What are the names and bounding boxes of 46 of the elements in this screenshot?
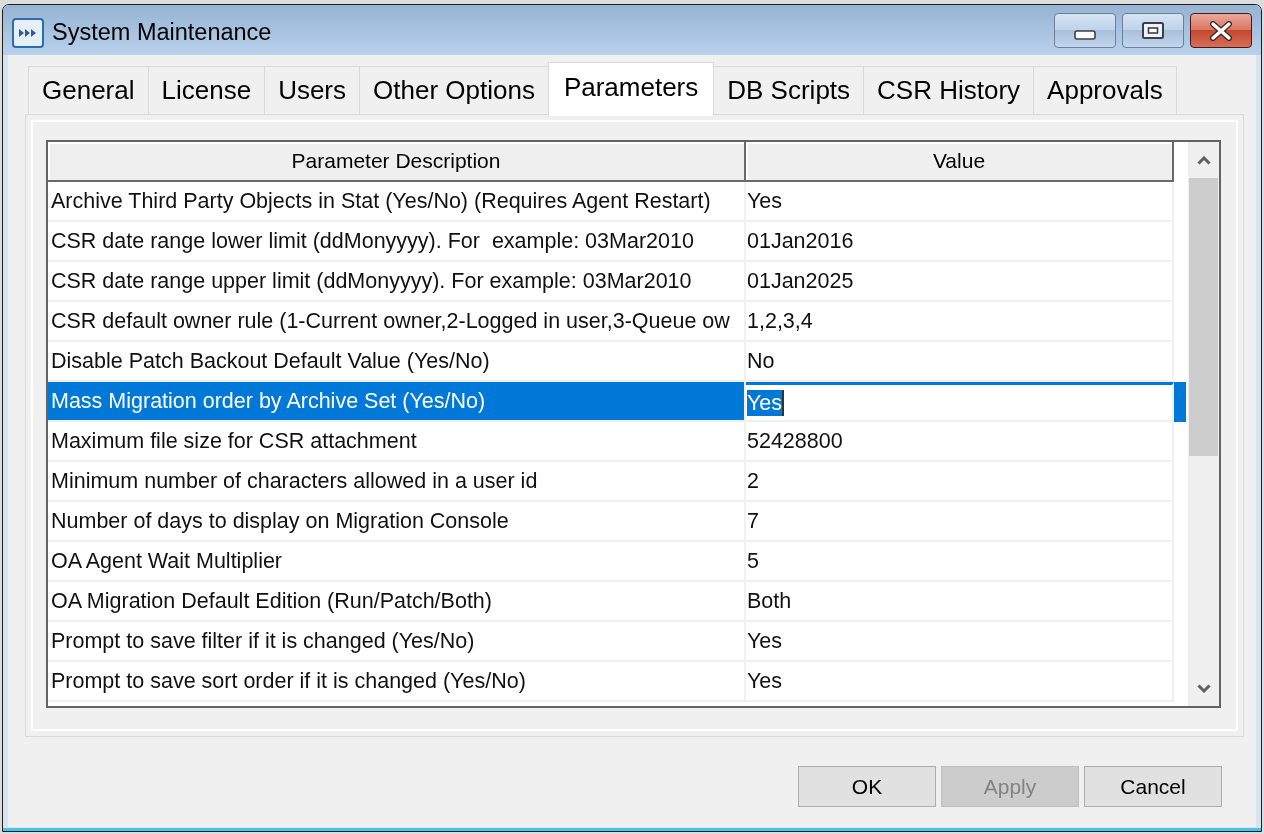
column-header[interactable]: Parameter Description — [48, 142, 746, 182]
table-cell: 01Jan2016 — [746, 222, 1174, 262]
value-input[interactable]: Yes — [746, 382, 1174, 422]
table-cell: No — [746, 342, 1174, 382]
tab[interactable]: General — [28, 66, 149, 114]
close-button[interactable] — [1190, 13, 1252, 48]
table-cell: OA Migration Default Edition (Run/Patch/Both) — [48, 582, 746, 622]
table-cell: Prompt to save sort order if it is changed (Yes/No) — [48, 662, 746, 702]
table-cell: Mass Migration order by Archive Set (Yes/No) — [48, 382, 746, 422]
dialog-button[interactable]: Cancel — [1084, 766, 1222, 807]
table-cell: Maximum file size for CSR attachment — [48, 422, 746, 462]
fast-forward-icon — [12, 18, 44, 48]
minimize-icon — [1074, 29, 1096, 40]
table-cell: Yes — [746, 182, 1174, 222]
maximize-button[interactable] — [1122, 13, 1184, 48]
table-cell: Prompt to save filter if it is changed (Yes/No) — [48, 622, 746, 662]
window-title: System Maintenance — [52, 19, 272, 46]
table-cell: CSR date range upper limit (ddMonyyyy). For example: 03Mar2010 — [48, 262, 746, 302]
table-cell: OA Agent Wait Multiplier — [48, 542, 746, 582]
table-cell: 1,2,3,4 — [746, 302, 1174, 342]
table-cell: 2 — [746, 462, 1174, 502]
dialog-button[interactable]: OK — [798, 766, 936, 807]
minimize-button[interactable] — [1054, 13, 1116, 48]
table-cell: CSR default owner rule (1-Current owner,2-Logged in user,3-Queue ow — [48, 302, 746, 342]
table-cell: CSR date range lower limit (ddMonyyyy). For example: 03Mar2010 — [48, 222, 746, 262]
table-cell: Yes — [746, 622, 1174, 662]
tab[interactable]: Parameters — [547, 62, 715, 116]
vertical-scrollbar[interactable] — [1188, 142, 1219, 706]
tab[interactable]: Approvals — [1033, 66, 1177, 114]
table-cell: Number of days to display on Migration Console — [48, 502, 746, 542]
column-header[interactable]: Value — [746, 142, 1174, 182]
chevron-down-icon — [1196, 683, 1211, 693]
maximize-icon — [1142, 22, 1164, 39]
table-cell: 52428800 — [746, 422, 1174, 462]
selection-marker — [1174, 382, 1186, 422]
table-cell: Yes — [746, 662, 1174, 702]
table-cell: 5 — [746, 542, 1174, 582]
table-cell: Archive Third Party Objects in Stat (Yes/No) (Requires Agent Restart) — [48, 182, 746, 222]
close-icon — [1209, 20, 1233, 41]
chevron-up-icon — [1196, 155, 1211, 165]
table-cell: 01Jan2025 — [746, 262, 1174, 302]
table-cell: Minimum number of characters allowed in a user id — [48, 462, 746, 502]
table-cell: Both — [746, 582, 1174, 622]
table-cell: 7 — [746, 502, 1174, 542]
table-cell: Disable Patch Backout Default Value (Yes/No) — [48, 342, 746, 382]
scrollbar-thumb[interactable] — [1189, 178, 1218, 456]
